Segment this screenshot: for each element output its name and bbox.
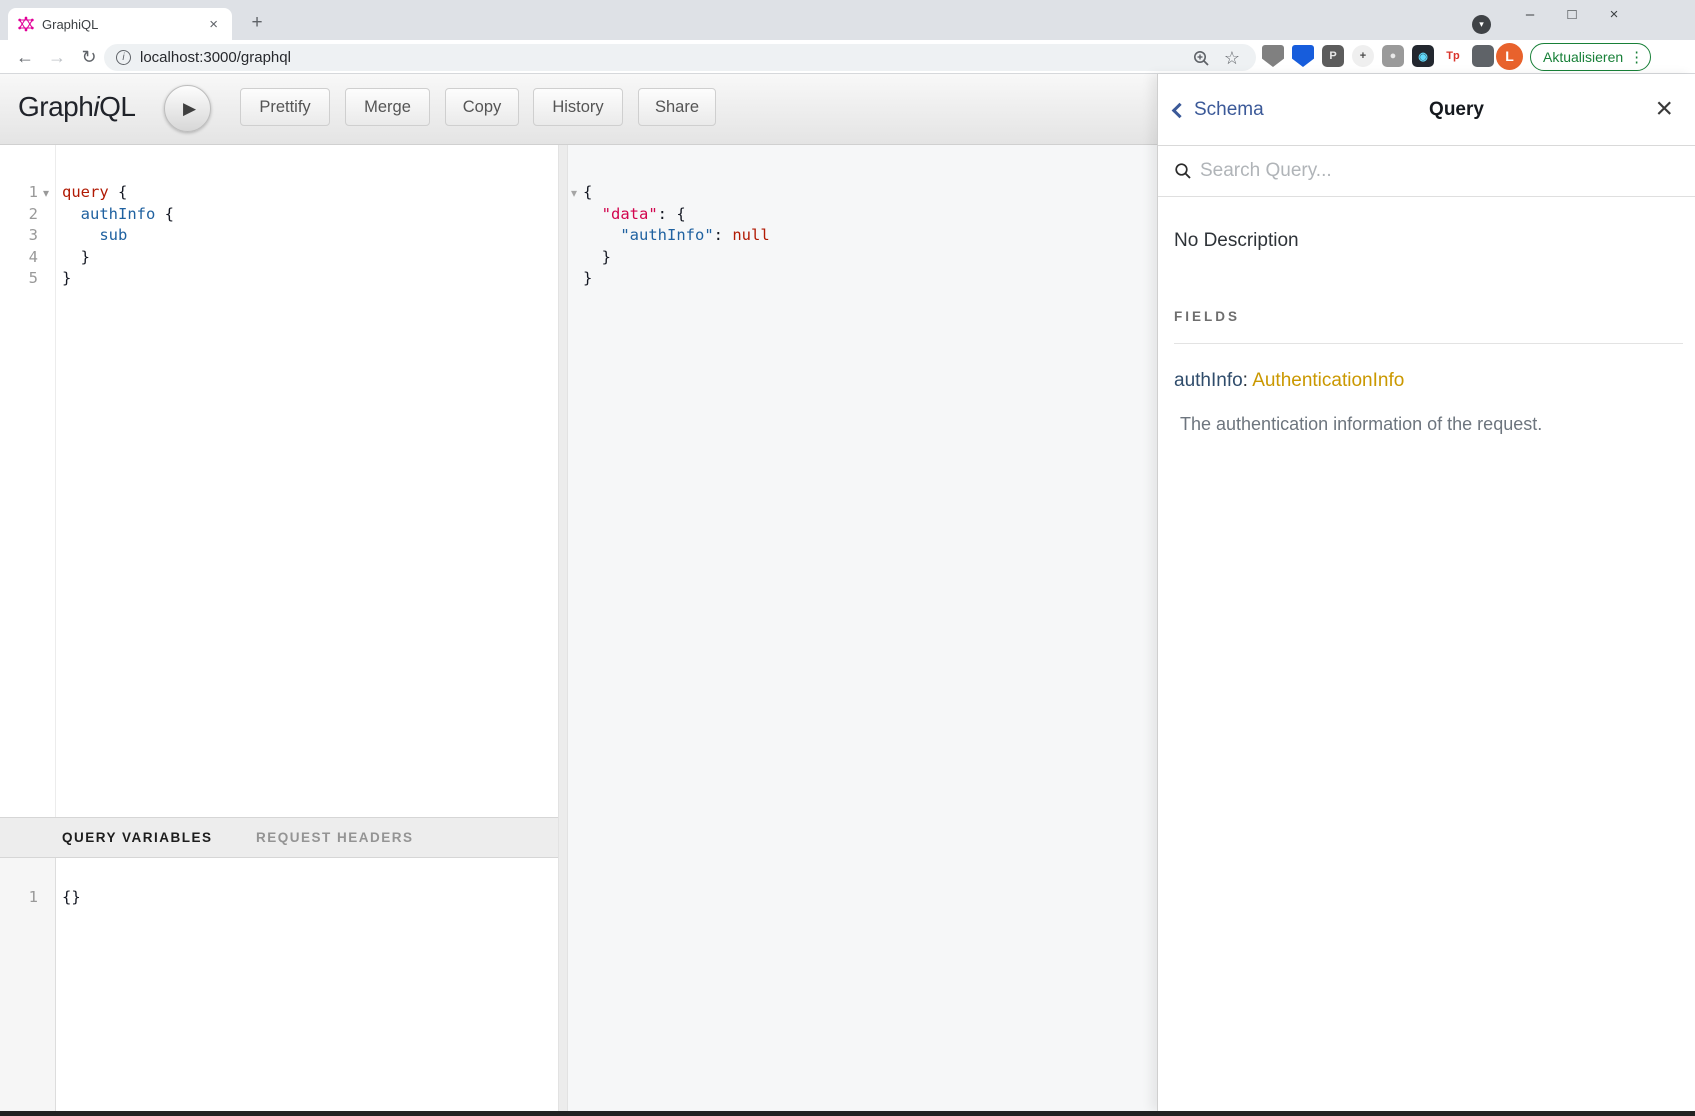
field-separator: : [1243, 370, 1253, 391]
url-bar[interactable]: i localhost:3000/graphql ☆ [104, 44, 1256, 71]
zoom-lens-icon[interactable] [1192, 49, 1210, 67]
doc-field-row: authInfo: AuthenticationInfo [1174, 370, 1404, 392]
bitwarden-shield-icon[interactable] [1292, 45, 1314, 67]
doc-back-link[interactable]: Schema [1174, 74, 1264, 146]
tab-title: GraphiQL [42, 17, 205, 32]
code-line: { [583, 182, 1148, 204]
update-label: Aktualisieren [1543, 49, 1623, 65]
result-code: { "data": { "authInfo": null }} [568, 145, 1158, 290]
graphiql-logo: GraphiQL [18, 91, 135, 123]
code-line: {} [62, 887, 550, 909]
doc-title: Query [1429, 74, 1484, 146]
query-code[interactable]: query { authInfo { sub }} [0, 145, 558, 290]
doc-search-input[interactable] [1200, 160, 1620, 182]
camera-extension-icon[interactable]: ● [1382, 45, 1404, 67]
reload-icon[interactable]: ↻ [76, 44, 102, 70]
search-icon [1174, 162, 1192, 180]
profile-avatar[interactable]: L [1496, 43, 1523, 70]
maximize-button[interactable]: □ [1551, 0, 1593, 30]
graphiql-toolbar: GraphiQL ▶ Prettify Merge Copy History S… [0, 74, 1158, 145]
doc-search-row [1158, 146, 1695, 197]
browser-window: GraphiQL × + ▾ – □ × ← → ↻ i localhost:3… [0, 0, 1695, 1116]
doc-explorer: Schema Query × No Description FIELDS aut… [1158, 74, 1695, 1111]
puzzle-extensions-icon[interactable] [1472, 45, 1494, 67]
field-name-link[interactable]: authInfo [1174, 370, 1243, 391]
forward-icon[interactable]: → [44, 44, 70, 70]
graphql-favicon-icon [18, 16, 34, 32]
tab-search-icon[interactable]: ▾ [1472, 15, 1491, 34]
logo-suffix: QL [99, 91, 135, 122]
code-line: } [583, 247, 1148, 269]
kebab-menu-icon[interactable]: ⋮ [1629, 48, 1644, 66]
update-browser-button[interactable]: Aktualisieren ⋮ [1530, 43, 1651, 71]
browser-tab[interactable]: GraphiQL × [8, 8, 232, 40]
field-type-link[interactable]: AuthenticationInfo [1252, 370, 1404, 391]
url-text: localhost:3000/graphql [140, 49, 291, 66]
close-button[interactable]: × [1593, 0, 1635, 30]
code-line: "authInfo": null [583, 225, 1148, 247]
doc-explorer-header: Schema Query × [1158, 74, 1695, 146]
variables-code[interactable]: {} [0, 858, 558, 909]
tab-query-variables[interactable]: QUERY VARIABLES [62, 818, 213, 857]
window-controls: – □ × [1509, 0, 1635, 30]
pane-divider[interactable] [558, 145, 568, 1111]
page-info-icon[interactable]: i [116, 50, 131, 65]
tab-request-headers[interactable]: REQUEST HEADERS [256, 818, 414, 857]
variables-tab-bar: QUERY VARIABLES REQUEST HEADERS [0, 817, 558, 858]
doc-fields-header: FIELDS [1174, 309, 1240, 324]
doc-close-icon[interactable]: × [1655, 74, 1673, 146]
code-line: } [62, 247, 550, 269]
tampermonkey-icon[interactable]: Tp [1442, 45, 1464, 67]
merge-button[interactable]: Merge [345, 88, 430, 126]
back-icon[interactable]: ← [12, 44, 38, 70]
code-line: query { [62, 182, 550, 204]
tab-strip: GraphiQL × + ▾ – □ × [0, 0, 1695, 40]
code-line: } [62, 268, 550, 290]
code-line: authInfo { [62, 204, 550, 226]
result-viewer: ▾ { "data": { "authInfo": null }} [568, 145, 1158, 1111]
ublock-shield-icon[interactable] [1262, 45, 1284, 67]
code-line: } [583, 268, 1148, 290]
chevron-left-icon [1172, 103, 1188, 119]
query-variables-editor[interactable]: 1 {} [0, 858, 558, 1111]
minimize-button[interactable]: – [1509, 0, 1551, 30]
code-line: "data": { [583, 204, 1148, 226]
logo-prefix: Graph [18, 91, 93, 122]
move-cross-extension-icon[interactable]: + [1352, 45, 1374, 67]
tab-close-icon[interactable]: × [205, 16, 222, 33]
extension-icons: P + ● ◉ Tp [1262, 45, 1494, 67]
prettify-button[interactable]: Prettify [240, 88, 330, 126]
history-button[interactable]: History [533, 88, 623, 126]
bookmark-star-icon[interactable]: ☆ [1224, 49, 1240, 67]
letter-p-extension-icon[interactable]: P [1322, 45, 1344, 67]
new-tab-button[interactable]: + [242, 8, 272, 38]
query-editor[interactable]: 12345 ▾ query { authInfo { sub }} [0, 145, 558, 817]
code-line: sub [62, 225, 550, 247]
share-button[interactable]: Share [638, 88, 716, 126]
window-bottom-edge [0, 1111, 1695, 1116]
fields-divider [1174, 343, 1683, 344]
field-description: The authentication information of the re… [1180, 414, 1542, 435]
doc-back-label: Schema [1194, 99, 1264, 121]
execute-query-button[interactable]: ▶ [164, 85, 211, 132]
copy-button[interactable]: Copy [445, 88, 519, 126]
react-devtools-icon[interactable]: ◉ [1412, 45, 1434, 67]
doc-no-description: No Description [1174, 230, 1299, 252]
